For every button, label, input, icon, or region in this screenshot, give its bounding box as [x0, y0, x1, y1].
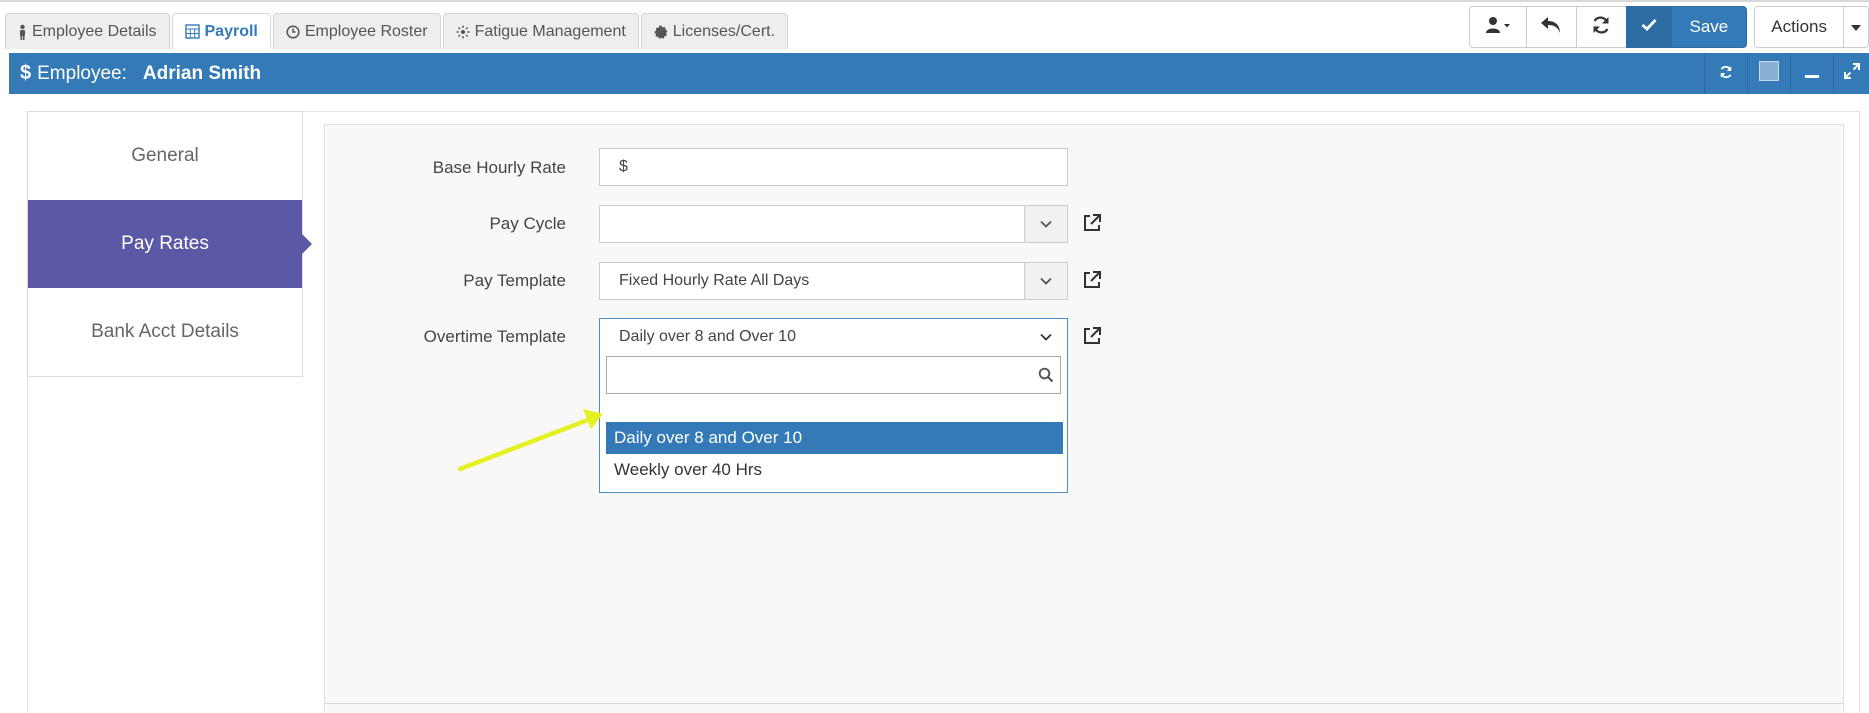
- pay-template-select[interactable]: Fixed Hourly Rate All Days: [599, 262, 1068, 300]
- option-label: Daily over 8 and Over 10: [614, 428, 803, 447]
- tab-licenses-cert[interactable]: Licenses/Cert.: [640, 13, 789, 49]
- pay-template-dropdown-toggle[interactable]: [1024, 263, 1067, 299]
- panel-color-button[interactable]: [1747, 53, 1790, 94]
- sidebar-item-general[interactable]: General: [28, 112, 302, 200]
- check-icon: [1641, 18, 1657, 36]
- calculator-icon: [184, 24, 200, 39]
- option-label: Weekly over 40 Hrs: [614, 460, 763, 479]
- dollar-icon: $: [20, 62, 32, 84]
- tab-payroll[interactable]: Payroll: [171, 13, 271, 49]
- actions-caret-button[interactable]: [1843, 6, 1869, 48]
- tab-label: Licenses/Cert.: [672, 22, 776, 40]
- chevron-down-icon: [1040, 215, 1052, 233]
- sun-icon: [456, 25, 470, 39]
- overtime-template-dropdown-toggle[interactable]: [1024, 319, 1067, 355]
- sidebar-item-pay-rates[interactable]: Pay Rates: [28, 200, 312, 288]
- pay-template-label: Pay Template: [463, 271, 566, 290]
- employee-header-bar: $ Employee: Adrian Smith: [9, 53, 1869, 94]
- top-divider: [0, 0, 1869, 2]
- external-link-icon: [1082, 271, 1102, 294]
- base-hourly-rate-label: Base Hourly Rate: [432, 158, 566, 177]
- badge-icon: [654, 24, 668, 39]
- section-nav: General Pay Rates Bank Acct Details: [27, 111, 312, 377]
- square-icon: [1759, 60, 1779, 87]
- save-button[interactable]: Save: [1670, 6, 1748, 48]
- undo-icon: [1540, 16, 1562, 39]
- overtime-template-label: Overtime Template: [423, 327, 566, 346]
- search-icon: [1038, 367, 1054, 388]
- tab-label: Payroll: [204, 22, 258, 40]
- pay-cycle-label: Pay Cycle: [489, 214, 566, 233]
- annotation-arrow: [457, 409, 603, 472]
- pay-cycle-open-link[interactable]: [1082, 213, 1102, 233]
- toolbar-button-group: Save: [1468, 6, 1748, 48]
- pay-template-open-link[interactable]: [1082, 270, 1102, 290]
- refresh-button[interactable]: [1575, 6, 1627, 48]
- undo-button[interactable]: [1525, 6, 1577, 48]
- tab-label: Employee Roster: [304, 22, 428, 40]
- base-hourly-rate-field[interactable]: $: [599, 148, 1068, 186]
- panel-minimize-button[interactable]: [1790, 53, 1833, 94]
- panel-refresh-button[interactable]: [1704, 53, 1747, 94]
- actions-button-group: Actions: [1754, 6, 1869, 48]
- save-confirm-button[interactable]: [1625, 6, 1672, 48]
- person-icon: [18, 24, 27, 40]
- header-controls: [1704, 53, 1869, 94]
- tab-employee-details[interactable]: Employee Details: [5, 13, 170, 49]
- tab-employee-roster[interactable]: Employee Roster: [272, 13, 441, 49]
- employee-label: Employee:: [37, 62, 127, 84]
- dropdown-search: [606, 356, 1061, 394]
- overtime-template-select[interactable]: Daily over 8 and Over 10: [599, 318, 1068, 356]
- external-link-icon: [1082, 327, 1102, 350]
- pay-template-value: Fixed Hourly Rate All Days: [619, 272, 810, 289]
- dropdown-search-input[interactable]: [607, 357, 1027, 393]
- base-hourly-rate-value: $: [619, 158, 628, 175]
- tab-label: Fatigue Management: [474, 22, 626, 40]
- sidebar-item-label: Bank Acct Details: [91, 321, 239, 342]
- panel-expand-button[interactable]: [1833, 53, 1869, 94]
- tab-label: Employee Details: [32, 22, 157, 40]
- dropdown-option-weekly-over-40[interactable]: Weekly over 40 Hrs: [606, 454, 1063, 486]
- external-link-icon: [1082, 214, 1102, 237]
- pay-cycle-dropdown-toggle[interactable]: [1024, 206, 1067, 242]
- clock-icon: [286, 24, 300, 39]
- user-icon: [1485, 16, 1511, 39]
- chevron-down-icon: [1039, 328, 1052, 346]
- sidebar-item-bank-acct-details[interactable]: Bank Acct Details: [28, 288, 302, 376]
- overtime-template-open-link[interactable]: [1082, 326, 1102, 346]
- dropdown-option-daily-over-8[interactable]: Daily over 8 and Over 10: [606, 422, 1063, 454]
- refresh-icon: [1591, 15, 1611, 40]
- sidebar-item-label: Pay Rates: [121, 233, 209, 254]
- caret-down-icon: [1851, 18, 1861, 36]
- content-footer-divider: [324, 703, 1844, 704]
- actions-button[interactable]: Actions: [1754, 6, 1844, 48]
- top-toolbar: Save Actions: [1468, 6, 1869, 48]
- refresh-icon: [1719, 63, 1733, 85]
- user-menu-button[interactable]: [1468, 6, 1527, 48]
- overtime-template-value: Daily over 8 and Over 10: [619, 328, 796, 345]
- chevron-down-icon: [1040, 272, 1052, 290]
- pay-cycle-select[interactable]: [599, 205, 1068, 243]
- overtime-template-dropdown: Daily over 8 and Over 10 Weekly over 40 …: [599, 353, 1068, 493]
- main-tabs: Employee Details Payroll Employee Roster…: [5, 13, 790, 49]
- employee-name: Adrian Smith: [142, 62, 262, 84]
- minus-icon: [1805, 63, 1819, 85]
- tab-fatigue-management[interactable]: Fatigue Management: [442, 13, 639, 49]
- sidebar-item-label: General: [131, 145, 199, 166]
- expand-icon: [1843, 62, 1860, 85]
